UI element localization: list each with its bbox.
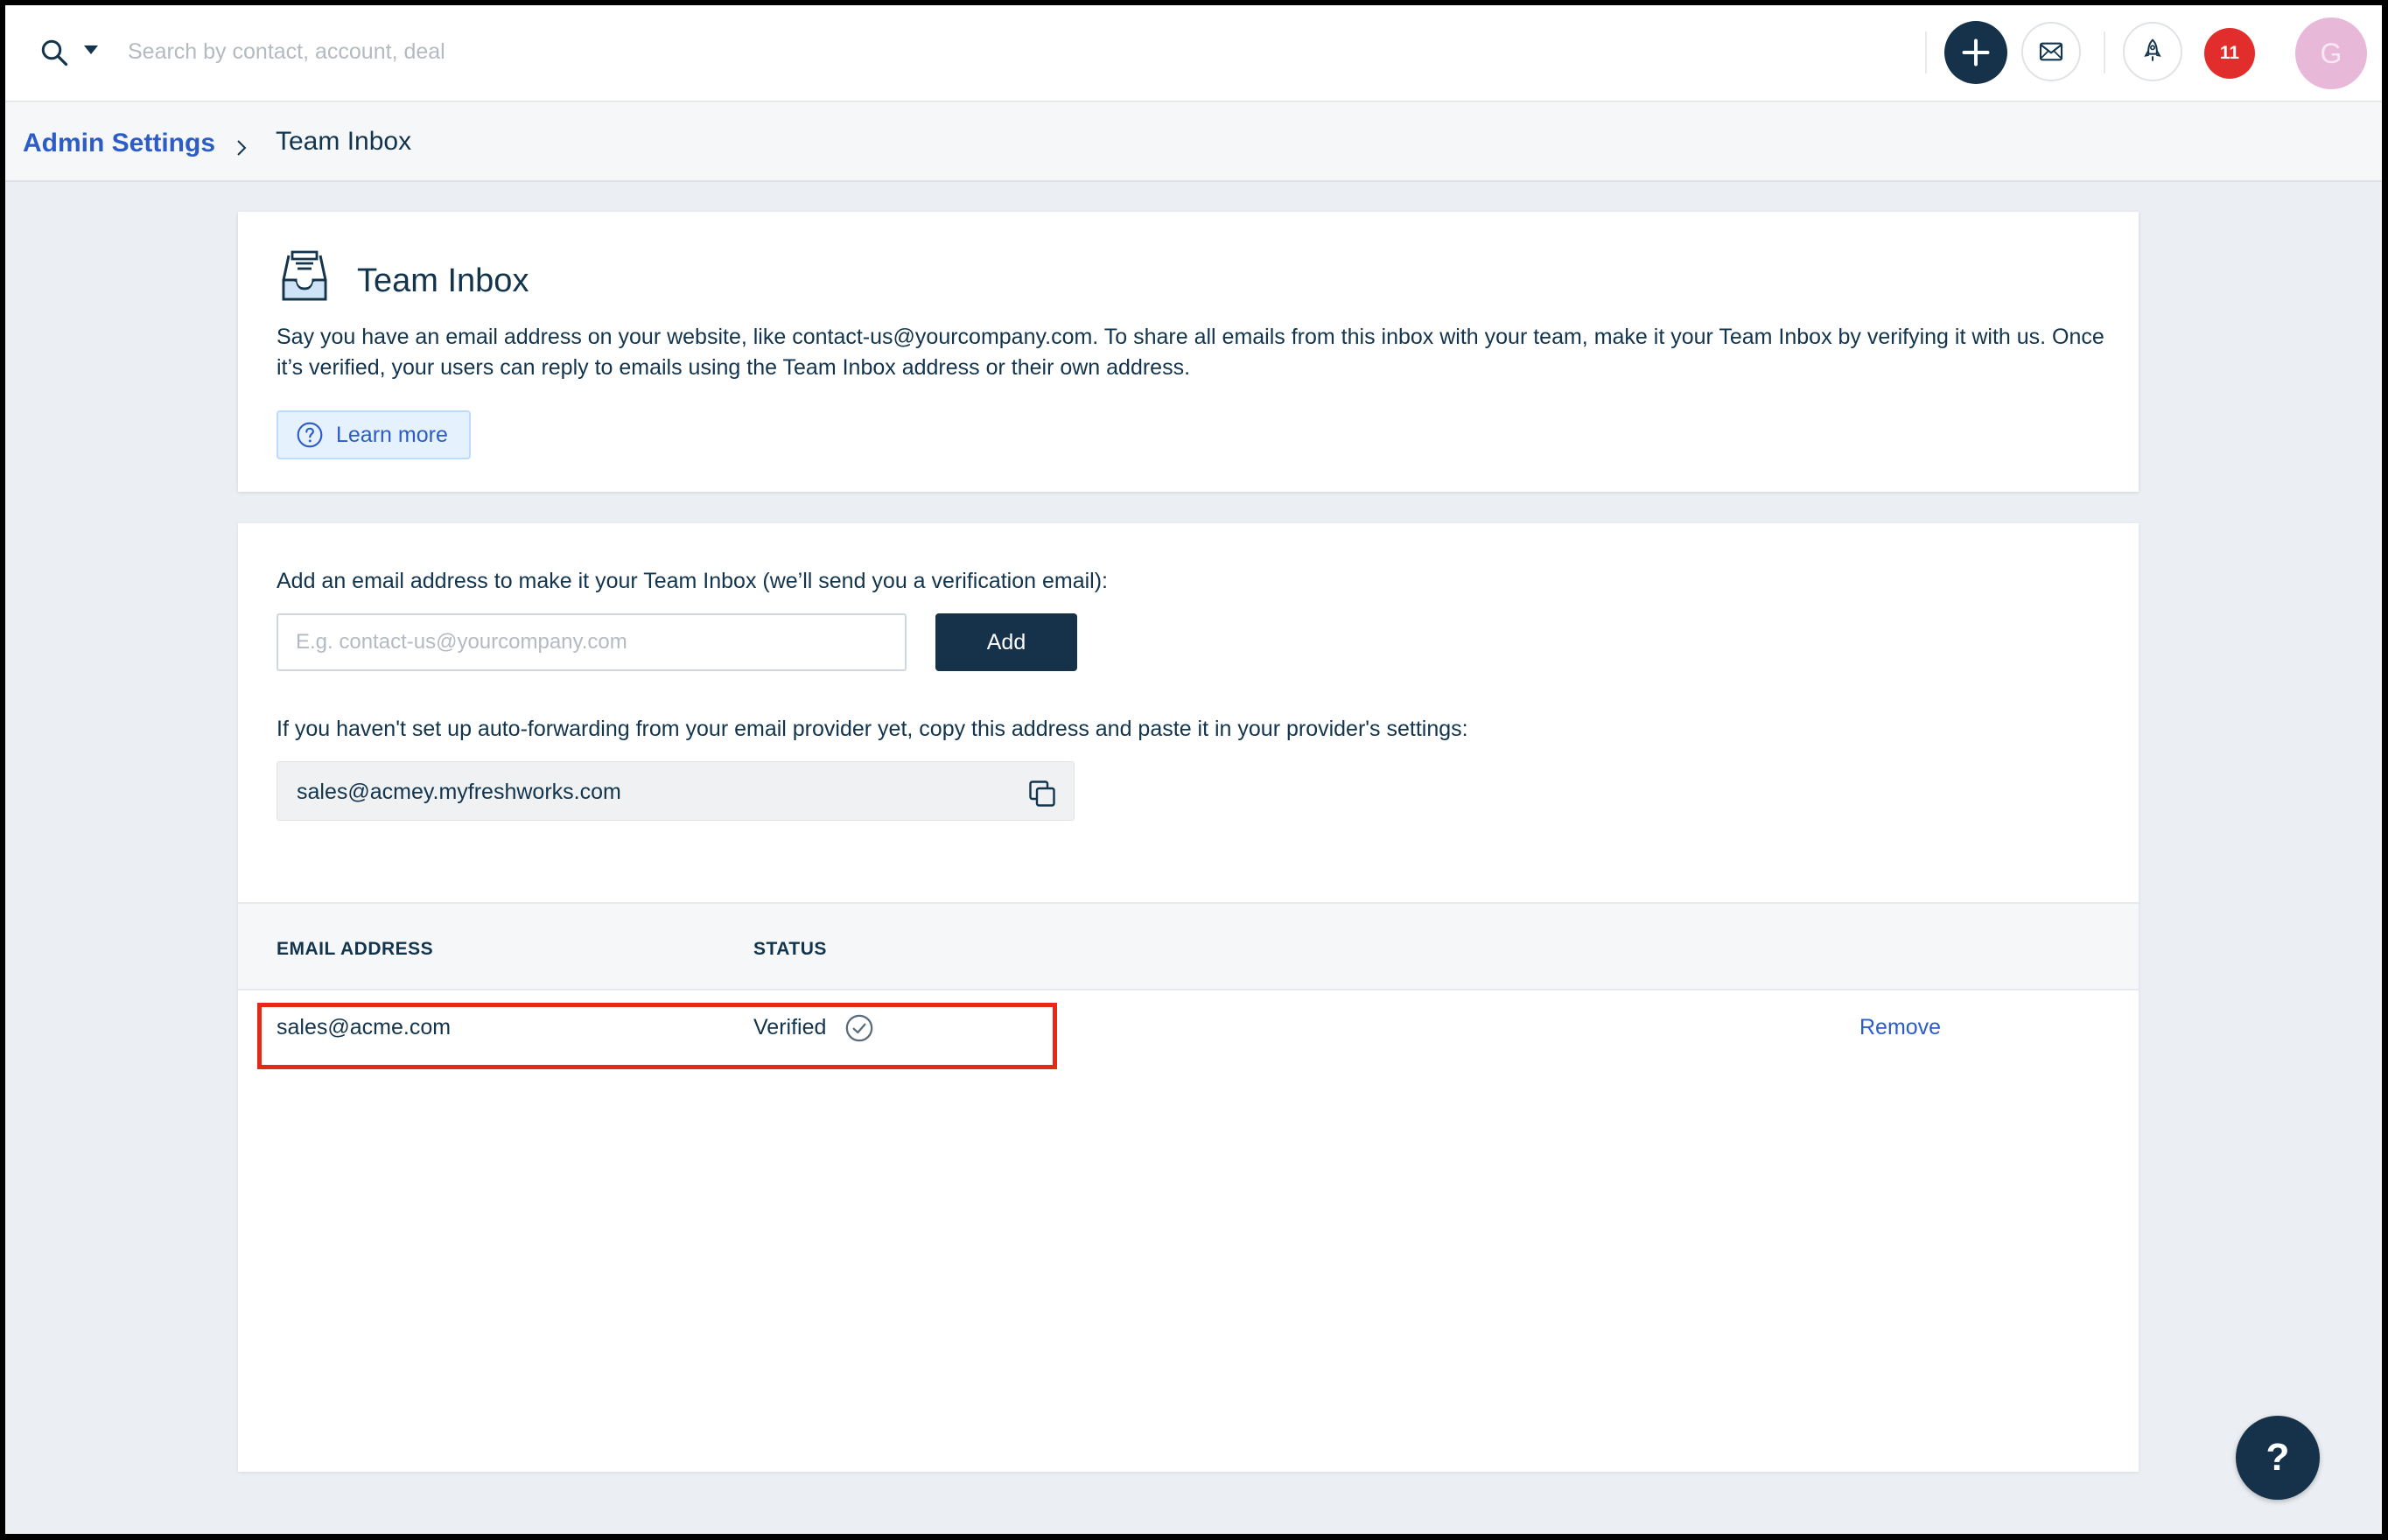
- team-inbox-intro-card: Team Inbox Say you have an email address…: [238, 212, 2139, 492]
- notification-badge[interactable]: 11: [2204, 28, 2255, 79]
- forwarding-label: If you haven't set up auto-forwarding fr…: [277, 717, 1468, 741]
- avatar[interactable]: G: [2295, 18, 2367, 89]
- plus-icon: [1962, 38, 1990, 66]
- chevron-down-icon[interactable]: [82, 44, 100, 56]
- column-header-email: EMAIL ADDRESS: [277, 939, 434, 959]
- divider: [1925, 32, 1927, 74]
- search-icon[interactable]: [39, 37, 70, 68]
- intro-description: Say you have an email address on your we…: [277, 325, 2104, 380]
- top-bar: 11 G: [5, 5, 2382, 102]
- inbox-icon: [282, 250, 327, 301]
- breadcrumb-admin-settings[interactable]: Admin Settings: [23, 129, 215, 158]
- divider: [2104, 32, 2105, 74]
- app-window: 11 G Admin Settings Team Inbox Team Inbo…: [5, 5, 2382, 1534]
- email-field[interactable]: [277, 613, 907, 671]
- add-button[interactable]: Add: [935, 613, 1077, 671]
- chevron-right-icon: [237, 140, 247, 156]
- table-header: EMAIL ADDRESS STATUS: [238, 902, 2139, 990]
- table-row: sales@acme.com Verified Remove: [238, 992, 2139, 1080]
- verified-check-icon: [845, 1014, 873, 1042]
- column-header-status: STATUS: [753, 939, 827, 959]
- mail-button[interactable]: [2021, 22, 2081, 81]
- mail-icon: [2039, 42, 2063, 61]
- row-email: sales@acme.com: [277, 1015, 452, 1040]
- breadcrumb: Admin Settings Team Inbox: [5, 102, 2382, 182]
- remove-link[interactable]: Remove: [1859, 1015, 1941, 1040]
- add-email-label: Add an email address to make it your Tea…: [277, 569, 1108, 593]
- row-status: Verified: [753, 1015, 827, 1040]
- copy-icon[interactable]: [1026, 778, 1058, 809]
- page-title: Team Inbox: [357, 262, 529, 299]
- learn-more-label: Learn more: [336, 422, 448, 447]
- getting-started-button[interactable]: [2123, 22, 2182, 81]
- help-button[interactable]: ?: [2236, 1416, 2320, 1500]
- forwarding-address-field[interactable]: sales@acmey.myfreshworks.com: [277, 761, 1075, 821]
- add-new-button[interactable]: [1944, 21, 2007, 84]
- forwarding-address: sales@acmey.myfreshworks.com: [297, 780, 621, 804]
- rocket-icon: [2144, 38, 2161, 61]
- learn-more-button[interactable]: Learn more: [277, 410, 471, 459]
- team-inbox-settings-card: Add an email address to make it your Tea…: [238, 523, 2139, 1472]
- search-input[interactable]: [128, 30, 1003, 74]
- help-circle-icon: [297, 422, 323, 448]
- breadcrumb-current: Team Inbox: [276, 127, 412, 156]
